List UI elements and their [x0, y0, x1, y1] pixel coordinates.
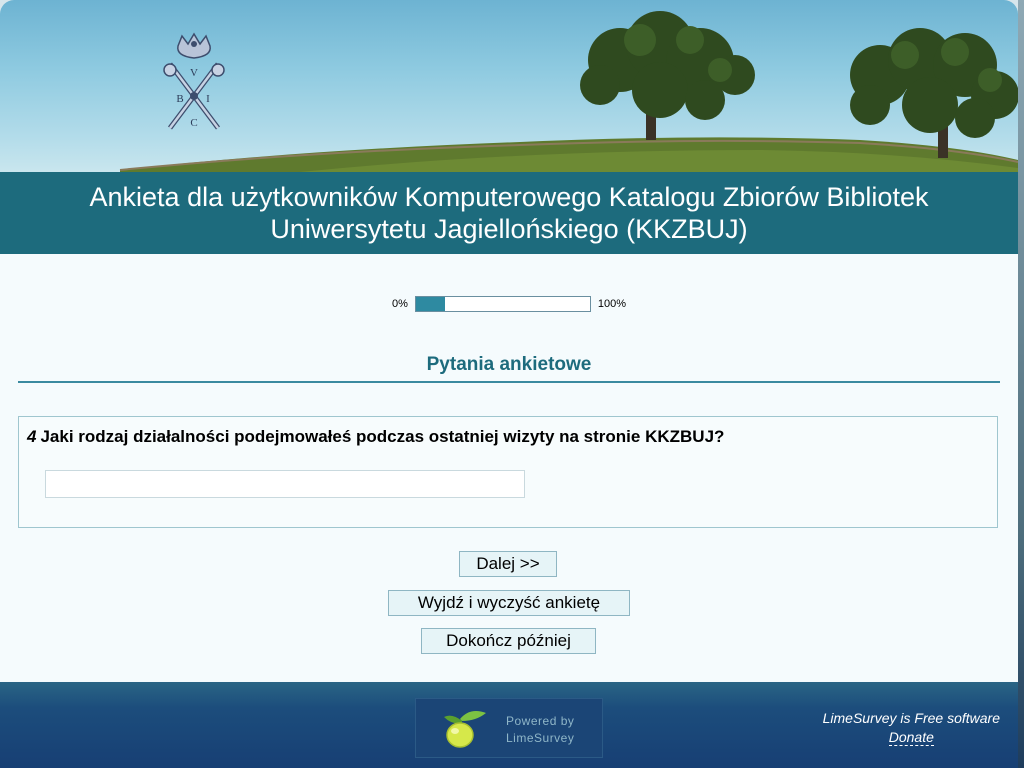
survey-title: Ankieta dla użytkowników Komputerowego K… [0, 172, 1018, 254]
free-software-notice: LimeSurvey is Free software Donate [823, 710, 1000, 746]
svg-text:C: C [190, 117, 197, 129]
answer-input[interactable] [45, 470, 525, 498]
donate-link[interactable]: Donate [888, 729, 934, 746]
resume-later-button[interactable]: Dokończ później [421, 628, 596, 654]
svg-text:V: V [190, 67, 198, 79]
question-label: Jaki rodzaj działalności podejmowałeś po… [40, 427, 725, 446]
question-box: 4 Jaki rodzaj działalności podejmowałeś p… [18, 416, 998, 528]
svg-text:I: I [206, 93, 210, 105]
footer: Powered by LimeSurvey LimeSurvey is Free… [0, 682, 1018, 768]
powered-by-text: Powered by LimeSurvey [506, 713, 574, 747]
progress-end-label: 100% [597, 298, 627, 310]
progress-start-label: 0% [391, 298, 408, 310]
powered-by-line1: Powered by [506, 714, 575, 728]
group-divider [18, 381, 1000, 383]
exit-and-clear-button[interactable]: Wyjdź i wyczyść ankietę [388, 590, 630, 616]
question-text: 4 Jaki rodzaj działalności podejmowałeś p… [27, 427, 724, 447]
progress-bar-container: 0% 100% [0, 296, 1018, 312]
window-edge [1018, 0, 1024, 768]
header-banner: V B I C [0, 0, 1018, 172]
university-crest: V B I C [160, 32, 228, 136]
free-software-text: LimeSurvey is Free software [822, 710, 1000, 726]
crest-icon: V B I C [163, 32, 225, 130]
svg-text:B: B [176, 93, 183, 105]
next-button[interactable]: Dalej >> [459, 551, 557, 577]
lime-icon [444, 711, 486, 748]
landscape-image [119, 11, 1018, 172]
progress-fill [415, 297, 446, 311]
survey-page: V B I C Ankieta dla użytkowników Kompute… [0, 0, 1018, 768]
group-title: Pytania ankietowe [426, 354, 592, 375]
powered-by-limesurvey-link[interactable]: Powered by LimeSurvey [415, 698, 603, 758]
question-number: 4 [27, 427, 37, 446]
progress-bar [414, 296, 591, 312]
powered-by-line2: LimeSurvey [506, 731, 575, 745]
